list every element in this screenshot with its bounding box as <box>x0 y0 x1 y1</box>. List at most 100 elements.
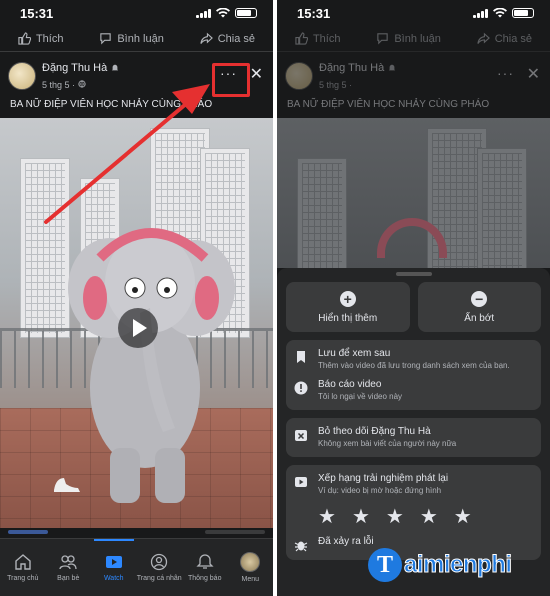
status-time: 15:31 <box>297 5 331 21</box>
rate-title: Xếp hạng trải nghiệm phát lại <box>318 473 449 484</box>
bug-icon <box>294 541 308 552</box>
comment-button[interactable]: Bình luận <box>99 32 164 45</box>
tab-home[interactable]: Trang chủ <box>0 539 46 596</box>
comment-label: Bình luận <box>117 32 164 45</box>
sneakers <box>54 478 80 492</box>
star-5[interactable]: ★ <box>454 507 472 527</box>
building <box>477 148 527 268</box>
watch-icon <box>105 556 122 568</box>
minus-icon: − <box>471 290 488 307</box>
post-actions: Thích Bình luận Chia sẻ <box>277 26 550 52</box>
video-player-dimmed <box>277 118 550 268</box>
save-title: Lưu để xem sau <box>318 348 391 359</box>
star-4[interactable]: ★ <box>420 507 438 527</box>
red-arrow <box>44 84 210 224</box>
watermark-letter: T <box>368 548 402 582</box>
more-options-button: ··· <box>497 65 514 81</box>
status-icons <box>196 8 257 18</box>
share-label: Chia sẻ <box>494 32 533 45</box>
status-bar: 15:31 <box>0 0 273 26</box>
home-icon <box>15 554 31 570</box>
bell-small-icon <box>112 64 119 72</box>
post-header: Đặng Thu Hà 5 thg 5 · ··· ✕ <box>285 60 542 96</box>
menu-avatar <box>240 552 261 572</box>
author-avatar[interactable] <box>8 62 36 90</box>
unfollow-item[interactable]: Bỏ theo dõi Đặng Thu Hà Không xem bài vi… <box>294 422 533 453</box>
like-button[interactable]: Thích <box>18 32 64 45</box>
tab-profile[interactable]: Trang cá nhân <box>137 539 183 596</box>
elephant-mascot <box>68 228 235 503</box>
building <box>297 158 347 268</box>
unfollow-title: Bỏ theo dõi Đặng Thu Hà <box>318 426 431 437</box>
author-name: Đặng Thu Hà <box>319 62 385 74</box>
like-label: Thích <box>312 32 341 45</box>
comment-icon <box>100 33 112 45</box>
show-more-label: Hiển thị thêm <box>318 312 378 324</box>
rate-subtitle: Ví dụ: video bị mờ hoặc đứng hình <box>318 486 442 495</box>
left-screen: 15:31 Thích Bình luận Chia sẻ Đặng Thu H… <box>0 0 273 596</box>
post-actions: Thích Bình luận Chia sẻ <box>0 26 273 52</box>
watermark-logo: T aimienphi <box>368 548 513 582</box>
tab-friends[interactable]: Bạn bè <box>46 539 92 596</box>
status-icons <box>473 8 534 18</box>
save-report-group: Lưu để xem sau Thêm vào video đã lưu tro… <box>286 340 541 410</box>
like-icon <box>18 32 31 45</box>
tab-menu[interactable]: Menu <box>228 539 274 596</box>
wifi-icon <box>493 8 507 18</box>
show-more-button[interactable]: + Hiển thị thêm <box>286 282 410 332</box>
comment-label: Bình luận <box>394 32 441 45</box>
play-button[interactable] <box>118 308 158 348</box>
tab-watch[interactable]: Watch <box>91 539 137 596</box>
status-bar: 15:31 <box>277 0 550 26</box>
tab-profile-label: Trang cá nhân <box>136 575 182 582</box>
plus-icon: + <box>339 290 356 307</box>
like-label: Thích <box>35 32 64 45</box>
battery-icon <box>235 8 257 18</box>
right-screen: 15:31 Thích Bình luận Chia sẻ Đặng Thu H… <box>277 0 550 596</box>
wifi-icon <box>216 8 230 18</box>
close-button: ✕ <box>526 66 540 83</box>
watermark-text: aimienphi <box>404 551 513 579</box>
close-button[interactable]: ✕ <box>250 64 263 84</box>
issue-title: Đã xảy ra lỗi <box>318 536 374 547</box>
save-subtitle: Thêm vào video đã lưu trong danh sách xe… <box>318 361 510 370</box>
tab-friends-label: Bạn bè <box>57 575 80 582</box>
reaction-bar <box>0 528 273 538</box>
star-3[interactable]: ★ <box>386 507 404 527</box>
tab-bar: Trang chủ Bạn bè Watch Trang cá nhân Thô… <box>0 538 273 596</box>
rating-group: Xếp hạng trải nghiệm phát lại Ví dụ: vid… <box>286 465 541 560</box>
tab-notifications[interactable]: Thông báo <box>182 539 228 596</box>
unfollow-subtitle: Không xem bài viết của người này nữa <box>318 439 457 448</box>
bookmark-icon <box>297 351 305 363</box>
show-less-button[interactable]: − Ẩn bớt <box>417 282 541 332</box>
alert-icon <box>294 381 308 395</box>
star-1[interactable]: ★ <box>318 507 336 527</box>
post-meta: 5 thg 5 · <box>319 80 352 90</box>
sheet-handle[interactable] <box>395 272 432 276</box>
post-caption: BA NỮ ĐIỆP VIÊN HỌC NHẢY CÙNG PHÁO <box>287 99 490 110</box>
options-sheet: + Hiển thị thêm − Ẩn bớt Lưu để xem sau … <box>277 268 550 596</box>
share-icon <box>200 32 213 44</box>
bell-small-icon <box>389 64 396 71</box>
signal-icon <box>196 8 211 18</box>
share-button[interactable]: Chia sẻ <box>200 32 255 45</box>
tab-watch-label: Watch <box>103 575 124 582</box>
like-button: Thích <box>295 32 341 45</box>
status-time: 15:31 <box>20 5 54 21</box>
post-date: 5 thg 5 · <box>319 80 353 90</box>
friends-icon <box>59 555 77 570</box>
battery-icon <box>512 8 534 18</box>
rate-playback-item: Xếp hạng trải nghiệm phát lại Ví dụ: vid… <box>294 469 533 500</box>
save-video-item[interactable]: Lưu để xem sau Thêm vào video đã lưu tro… <box>294 344 533 375</box>
tab-notifications-label: Thông báo <box>188 575 222 582</box>
report-title: Báo cáo video <box>318 379 382 390</box>
bell-icon <box>196 554 214 569</box>
tab-home-label: Trang chủ <box>7 575 39 582</box>
signal-icon <box>473 8 488 18</box>
star-rating: ★ ★ ★ ★ ★ <box>318 507 533 527</box>
unfollow-group: Bỏ theo dõi Đặng Thu Hà Không xem bài vi… <box>286 418 541 457</box>
like-icon <box>295 32 308 45</box>
star-2[interactable]: ★ <box>352 507 370 527</box>
tab-menu-label: Menu <box>241 576 259 583</box>
report-video-item[interactable]: Báo cáo video Tôi lo ngại về video này <box>294 375 533 406</box>
